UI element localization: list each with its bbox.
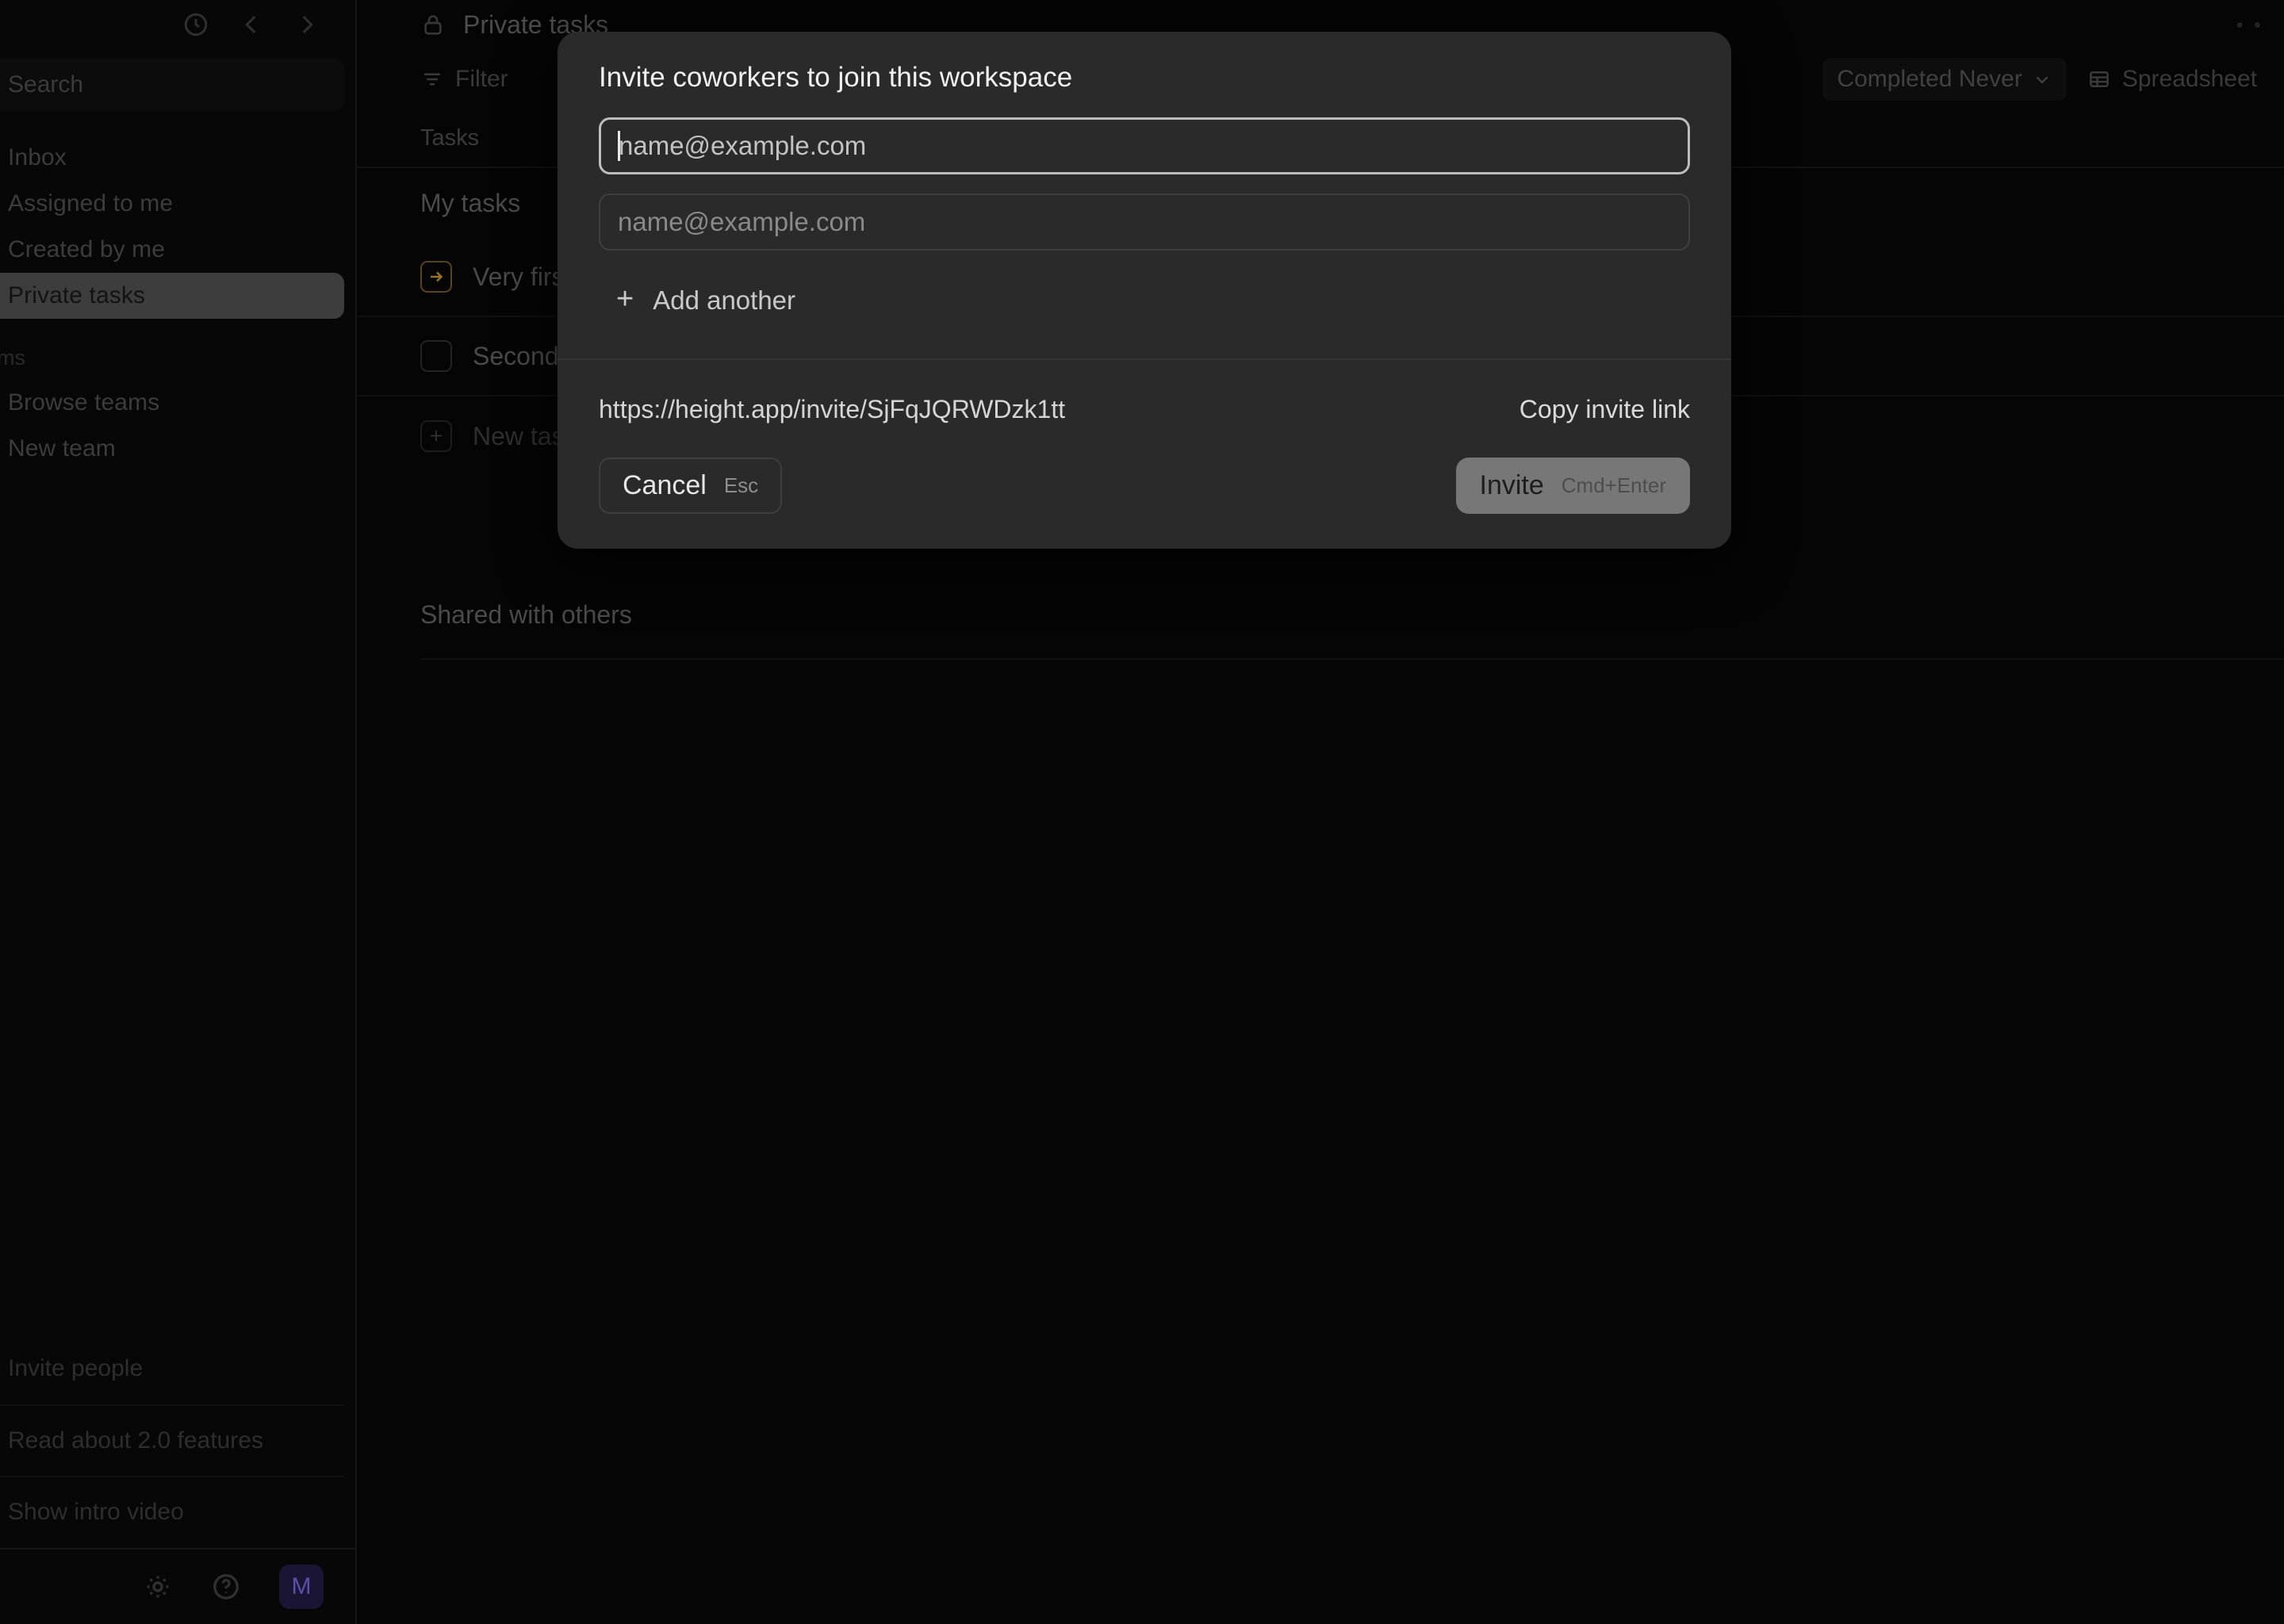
sidebar-item-label: Browse teams (8, 389, 160, 416)
back-chevron-icon[interactable] (238, 11, 265, 38)
add-another-label: Add another (653, 285, 796, 315)
view-label: Spreadsheet (2121, 66, 2257, 92)
group-divider (420, 658, 2284, 660)
email-input-2-placeholder: name@example.com (618, 207, 866, 236)
invite-link-row: https://height.app/invite/SjFqJQRWDzk1tt… (558, 360, 1731, 424)
invite-label: Invite (1479, 470, 1544, 500)
search-input[interactable]: Search (0, 59, 344, 111)
modal-actions: Cancel Esc Invite Cmd+Enter (558, 424, 1731, 549)
cancel-label: Cancel (623, 470, 707, 500)
sidebar-item-private-tasks[interactable]: Private tasks (0, 273, 344, 319)
invite-modal: Invite coworkers to join this workspace … (558, 32, 1731, 549)
search-placeholder: Search (8, 71, 84, 98)
sidebar-item-browse-teams[interactable]: Browse teams (0, 380, 344, 426)
promo-show-intro-video[interactable]: Show intro video (0, 1476, 344, 1548)
cancel-button[interactable]: Cancel Esc (599, 458, 783, 514)
checkbox-icon[interactable] (420, 340, 452, 372)
sidebar-item-label: New team (8, 435, 116, 462)
completed-filter-dropdown[interactable]: Completed Never (1822, 58, 2067, 101)
email-input-1-placeholder: name@example.com (619, 131, 867, 160)
overflow-dots-icon[interactable]: • • (2236, 13, 2263, 37)
forward-chevron-icon[interactable] (293, 11, 320, 38)
sidebar-teams-group: Browse teams New team (0, 380, 355, 472)
sidebar-section-label: ms (0, 346, 25, 370)
arrow-right-icon[interactable] (420, 261, 452, 293)
promo-invite-people[interactable]: Invite people (0, 1334, 344, 1404)
history-clock-icon[interactable] (182, 11, 209, 38)
promo-read-about-features[interactable]: Read about 2.0 features (0, 1404, 344, 1477)
completed-filter-label: Completed Never (1837, 66, 2022, 92)
view-spreadsheet-button[interactable]: Spreadsheet (2087, 66, 2257, 93)
sidebar-item-label: Private tasks (8, 282, 146, 308)
sidebar-top-icon-bar (0, 0, 355, 49)
group-title-shared-with-others: Shared with others (420, 599, 632, 629)
filter-button[interactable]: Filter (420, 66, 508, 93)
promo-label: Show intro video (8, 1499, 184, 1526)
sidebar-bottom-bar: M (0, 1548, 355, 1624)
invite-modal-title: Invite coworkers to join this workspace (599, 62, 1073, 93)
invite-button[interactable]: Invite Cmd+Enter (1455, 458, 1690, 514)
filter-label: Filter (455, 66, 508, 92)
sidebar-item-label: Assigned to me (8, 190, 174, 216)
cancel-shortcut: Esc (723, 473, 759, 497)
sidebar-item-assigned-to-me[interactable]: Assigned to me (0, 181, 344, 227)
sidebar-item-inbox[interactable]: Inbox (0, 135, 344, 181)
help-circle-icon[interactable] (211, 1572, 241, 1602)
text-caret (618, 131, 620, 161)
sidebar: Search Inbox Assigned to me Created by m… (0, 0, 357, 1624)
invite-url: https://height.app/invite/SjFqJQRWDzk1tt (599, 395, 1066, 423)
sidebar-item-label: Created by me (8, 236, 166, 262)
app-root: Search Inbox Assigned to me Created by m… (0, 0, 2284, 1624)
copy-invite-link-button[interactable]: Copy invite link (1519, 395, 1690, 424)
promo-label: Read about 2.0 features (8, 1427, 263, 1454)
plus-icon: + (616, 282, 634, 316)
email-input-1[interactable]: name@example.com (599, 117, 1690, 174)
sidebar-item-new-team[interactable]: New team (0, 426, 344, 472)
promo-label: Invite people (8, 1355, 144, 1382)
invite-shortcut: Cmd+Enter (1561, 473, 1666, 497)
gear-icon[interactable] (143, 1572, 173, 1602)
avatar-initial: M (291, 1573, 312, 1599)
lock-icon (420, 12, 446, 37)
sidebar-item-label: Inbox (8, 144, 67, 170)
invite-modal-body: Invite coworkers to join this workspace … (558, 32, 1731, 358)
email-input-2[interactable]: name@example.com (599, 193, 1690, 251)
toolbar-right-group: Completed Never Spreadsheet (1822, 58, 2257, 101)
add-another-button[interactable]: + Add another (599, 270, 1690, 343)
avatar[interactable]: M (279, 1565, 324, 1609)
sidebar-nav-group: Inbox Assigned to me Created by me Priva… (0, 135, 355, 319)
plus-square-icon: + (420, 420, 452, 452)
sidebar-item-created-by-me[interactable]: Created by me (0, 227, 344, 273)
